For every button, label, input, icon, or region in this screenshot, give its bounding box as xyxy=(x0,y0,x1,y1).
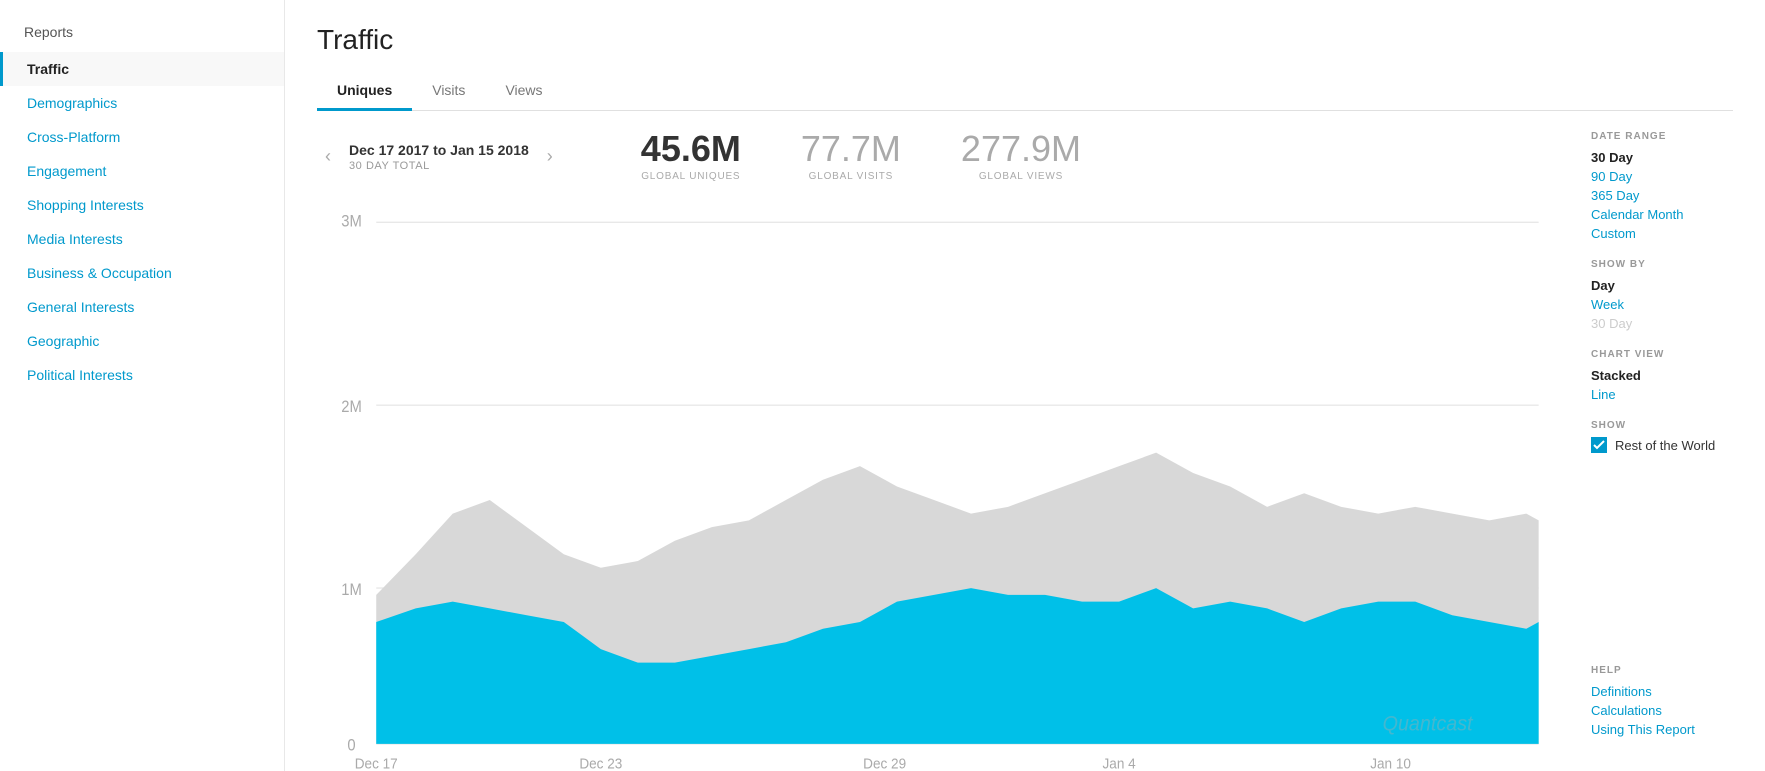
panel-option-30day: 30 Day xyxy=(1591,314,1749,333)
global-views-label: Global Views xyxy=(979,171,1063,182)
svg-text:Dec 17: Dec 17 xyxy=(355,756,398,771)
global-uniques-stat: 45.6M Global Uniques xyxy=(641,131,741,182)
sidebar: Reports TrafficDemographicsCross-Platfor… xyxy=(0,0,285,771)
global-views-stat: 277.9M Global Views xyxy=(961,131,1081,182)
panel-section-label-chart-view: Chart View xyxy=(1591,349,1749,360)
prev-arrow[interactable]: ‹ xyxy=(317,142,339,171)
svg-text:Jan 4: Jan 4 xyxy=(1102,756,1135,771)
right-panel: Date Range30 Day90 Day365 DayCalendar Mo… xyxy=(1575,111,1765,771)
panel-section-date-range: Date Range 30 Day90 Day365 DayCalendar Mo… xyxy=(1591,131,1749,243)
help-link-definitions[interactable]: Definitions xyxy=(1591,682,1749,701)
main-header: Traffic UniquesVisitsViews xyxy=(285,0,1765,111)
panel-section-label-show-by: Show By xyxy=(1591,259,1749,270)
panel-option-line[interactable]: Line xyxy=(1591,385,1749,404)
next-arrow[interactable]: › xyxy=(539,142,561,171)
content-area: ‹ Dec 17 2017 to Jan 15 2018 30 Day Tota… xyxy=(285,111,1765,771)
panel-section-label-date-range: Date Range xyxy=(1591,131,1749,142)
checkbox-row-show[interactable]: Rest of the World xyxy=(1591,437,1749,453)
page-title: Traffic xyxy=(317,24,1733,56)
panel-option-calendar[interactable]: Calendar Month xyxy=(1591,205,1749,224)
panel-section-show-by: Show By DayWeek30 Day xyxy=(1591,259,1749,333)
chart-wrapper: 3M 2M 1M 0 Dec 17 Dec 23 D xyxy=(317,202,1551,771)
sidebar-item-demographics[interactable]: Demographics xyxy=(0,86,284,120)
panel-section-label-show: Show xyxy=(1591,420,1749,431)
sidebar-item-political-interests[interactable]: Political Interests xyxy=(0,358,284,392)
global-visits-stat: 77.7M Global Visits xyxy=(801,131,901,182)
date-nav: ‹ Dec 17 2017 to Jan 15 2018 30 Day Tota… xyxy=(317,142,561,172)
global-visits-value: 77.7M xyxy=(801,131,901,167)
sidebar-item-media-interests[interactable]: Media Interests xyxy=(0,222,284,256)
traffic-chart: 3M 2M 1M 0 Dec 17 Dec 23 D xyxy=(317,202,1551,771)
sidebar-item-business-occupation[interactable]: Business & Occupation xyxy=(0,256,284,290)
svg-text:2M: 2M xyxy=(341,398,362,416)
help-link-using-report[interactable]: Using This Report xyxy=(1591,720,1749,739)
sidebar-item-geographic[interactable]: Geographic xyxy=(0,324,284,358)
panel-section-show: Show Rest of the World xyxy=(1591,420,1749,453)
date-info: Dec 17 2017 to Jan 15 2018 30 Day Total xyxy=(349,142,529,172)
panel-section-help: Help DefinitionsCalculationsUsing This Re… xyxy=(1591,649,1749,739)
sidebar-item-cross-platform[interactable]: Cross-Platform xyxy=(0,120,284,154)
panel-section-chart-view: Chart View StackedLine xyxy=(1591,349,1749,404)
sidebar-item-engagement[interactable]: Engagement xyxy=(0,154,284,188)
panel-section-label-help: Help xyxy=(1591,665,1749,676)
svg-text:3M: 3M xyxy=(341,213,362,231)
svg-text:Dec 23: Dec 23 xyxy=(579,756,622,771)
tabs-bar: UniquesVisitsViews xyxy=(317,72,1733,111)
panel-option-90day[interactable]: 90 Day xyxy=(1591,167,1749,186)
help-link-calculations[interactable]: Calculations xyxy=(1591,701,1749,720)
sidebar-item-general-interests[interactable]: General Interests xyxy=(0,290,284,324)
svg-text:1M: 1M xyxy=(341,581,362,599)
panel-option-365day[interactable]: 365 Day xyxy=(1591,186,1749,205)
tab-views[interactable]: Views xyxy=(485,72,562,111)
panel-option-30day[interactable]: 30 Day xyxy=(1591,148,1749,167)
panel-option-custom[interactable]: Custom xyxy=(1591,224,1749,243)
global-uniques-value: 45.6M xyxy=(641,131,741,167)
sidebar-item-traffic[interactable]: Traffic xyxy=(0,52,284,86)
svg-text:Quantcast: Quantcast xyxy=(1383,712,1474,736)
panel-option-day[interactable]: Day xyxy=(1591,276,1749,295)
svg-text:Jan 10: Jan 10 xyxy=(1370,756,1411,771)
checkbox-label-show: Rest of the World xyxy=(1615,438,1715,453)
date-range-text: Dec 17 2017 to Jan 15 2018 xyxy=(349,142,529,158)
tab-visits[interactable]: Visits xyxy=(412,72,485,111)
reports-label: Reports xyxy=(0,16,284,52)
svg-text:Dec 29: Dec 29 xyxy=(863,756,906,771)
panel-option-week[interactable]: Week xyxy=(1591,295,1749,314)
stats-row: ‹ Dec 17 2017 to Jan 15 2018 30 Day Tota… xyxy=(317,131,1551,182)
svg-text:0: 0 xyxy=(347,737,356,755)
sidebar-item-shopping-interests[interactable]: Shopping Interests xyxy=(0,188,284,222)
main-content: Traffic UniquesVisitsViews ‹ Dec 17 2017… xyxy=(285,0,1765,771)
global-views-value: 277.9M xyxy=(961,131,1081,167)
tab-uniques[interactable]: Uniques xyxy=(317,72,412,111)
checkbox-show[interactable] xyxy=(1591,437,1607,453)
stats-numbers: 45.6M Global Uniques 77.7M Global Visits… xyxy=(641,131,1081,182)
chart-section: ‹ Dec 17 2017 to Jan 15 2018 30 Day Tota… xyxy=(285,111,1575,771)
date-sub: 30 Day Total xyxy=(349,160,529,172)
panel-option-stacked[interactable]: Stacked xyxy=(1591,366,1749,385)
global-uniques-label: Global Uniques xyxy=(641,171,740,182)
global-visits-label: Global Visits xyxy=(809,171,894,182)
